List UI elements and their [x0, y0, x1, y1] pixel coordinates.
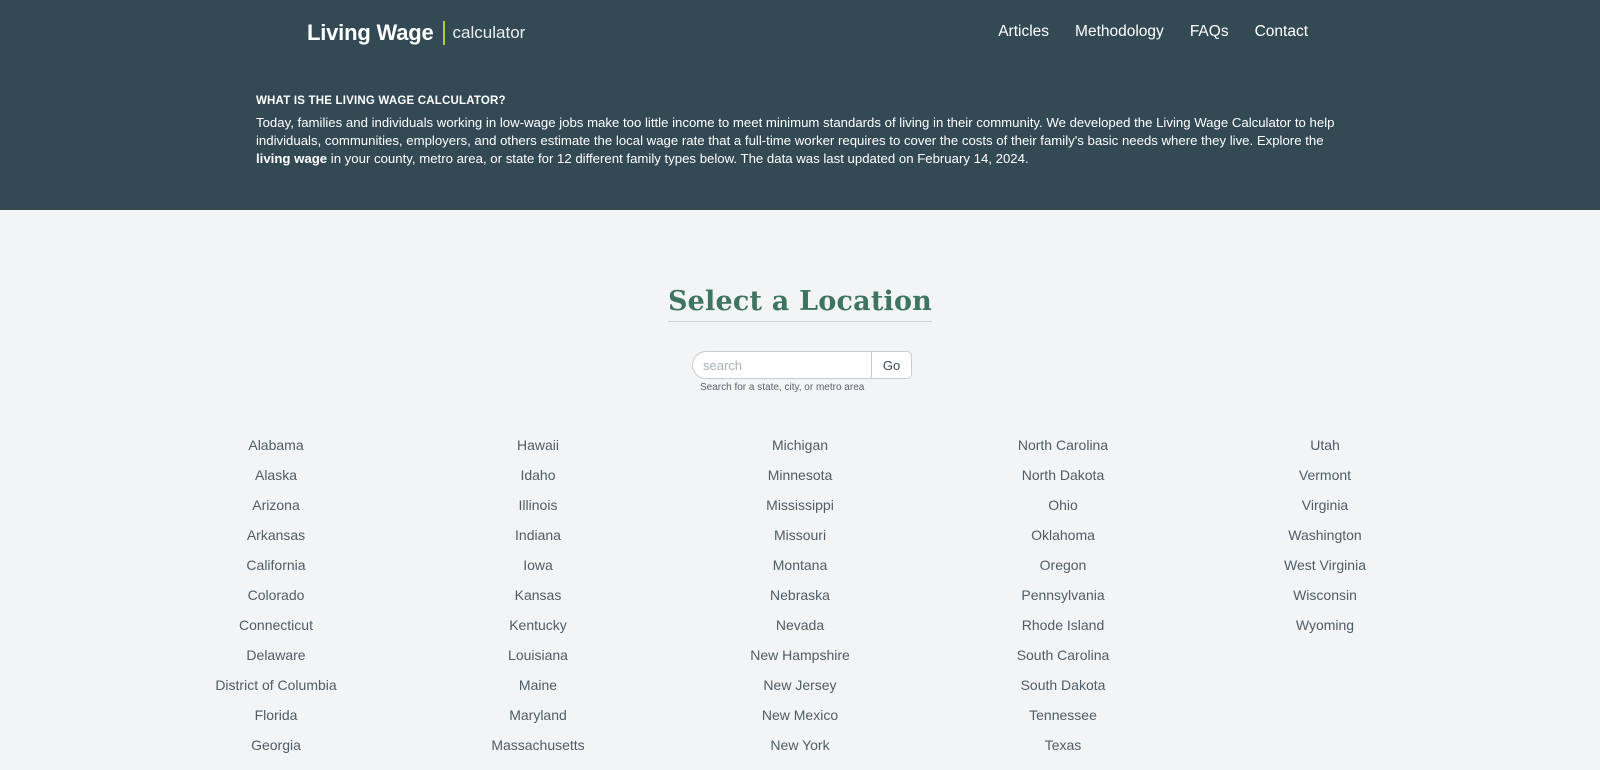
page-title-text: Select a Location — [667, 286, 932, 322]
state-link[interactable]: Maryland — [428, 706, 648, 736]
logo-sub-text: calculator — [452, 23, 526, 42]
state-link[interactable]: Idaho — [428, 466, 648, 496]
state-link[interactable]: Ohio — [953, 496, 1173, 526]
state-column-1: Alabama Alaska Arizona Arkansas Californ… — [166, 436, 386, 766]
state-link[interactable]: Pennsylvania — [953, 586, 1173, 616]
state-link[interactable]: Michigan — [690, 436, 910, 466]
state-link[interactable]: Kentucky — [428, 616, 648, 646]
state-link[interactable]: New York — [690, 736, 910, 766]
intro-text-part1: Today, families and individuals working … — [256, 115, 1335, 148]
intro-text-bold: living wage — [256, 151, 328, 166]
state-link[interactable]: New Hampshire — [690, 646, 910, 676]
state-column-3: Michigan Minnesota Mississippi Missouri … — [690, 436, 910, 766]
state-link[interactable]: South Dakota — [953, 676, 1173, 706]
page-title: Select a Location — [0, 280, 1600, 322]
state-column-4: North Carolina North Dakota Ohio Oklahom… — [953, 436, 1173, 766]
logo-main-text: Living Wage — [307, 20, 434, 45]
state-link[interactable]: Colorado — [166, 586, 386, 616]
search-form: Go — [692, 351, 912, 379]
site-logo[interactable]: Living Wage calculator — [307, 20, 525, 46]
nav-methodology[interactable]: Methodology — [1075, 23, 1164, 41]
state-link[interactable]: North Dakota — [953, 466, 1173, 496]
state-link[interactable]: Wyoming — [1215, 616, 1435, 646]
state-link[interactable]: Montana — [690, 556, 910, 586]
state-link[interactable]: Delaware — [166, 646, 386, 676]
state-link[interactable]: Rhode Island — [953, 616, 1173, 646]
state-link[interactable]: New Jersey — [690, 676, 910, 706]
main-content: Select a Location Go Search for a state,… — [0, 210, 1600, 770]
state-link[interactable]: District of Columbia — [166, 676, 386, 706]
state-link[interactable]: Hawaii — [428, 436, 648, 466]
search-help-text: Search for a state, city, or metro area — [700, 382, 865, 393]
go-button[interactable]: Go — [872, 351, 912, 379]
state-link[interactable]: Connecticut — [166, 616, 386, 646]
state-link[interactable]: Tennessee — [953, 706, 1173, 736]
intro-text-part2: in your county, metro area, or state for… — [327, 151, 1029, 166]
state-link[interactable]: Alaska — [166, 466, 386, 496]
state-link[interactable]: Minnesota — [690, 466, 910, 496]
intro-section: WHAT IS THE LIVING WAGE CALCULATOR? Toda… — [256, 95, 1346, 168]
nav-contact[interactable]: Contact — [1255, 23, 1308, 41]
state-link[interactable]: West Virginia — [1215, 556, 1435, 586]
main-nav: Articles Methodology FAQs Contact — [972, 23, 1308, 41]
state-link[interactable]: Nebraska — [690, 586, 910, 616]
state-link[interactable]: Kansas — [428, 586, 648, 616]
logo-divider — [442, 21, 445, 45]
intro-heading: WHAT IS THE LIVING WAGE CALCULATOR? — [256, 95, 506, 107]
state-link[interactable]: Maine — [428, 676, 648, 706]
state-column-5: Utah Vermont Virginia Washington West Vi… — [1215, 436, 1435, 646]
state-link[interactable]: Texas — [953, 736, 1173, 766]
state-link[interactable]: Wisconsin — [1215, 586, 1435, 616]
nav-articles[interactable]: Articles — [998, 23, 1049, 41]
state-link[interactable]: Iowa — [428, 556, 648, 586]
state-link[interactable]: North Carolina — [953, 436, 1173, 466]
state-link[interactable]: Illinois — [428, 496, 648, 526]
state-link[interactable]: California — [166, 556, 386, 586]
state-link[interactable]: Arizona — [166, 496, 386, 526]
state-link[interactable]: Mississippi — [690, 496, 910, 526]
nav-faqs[interactable]: FAQs — [1190, 23, 1229, 41]
state-link[interactable]: Florida — [166, 706, 386, 736]
state-link[interactable]: Oregon — [953, 556, 1173, 586]
state-link[interactable]: Georgia — [166, 736, 386, 766]
state-link[interactable]: Indiana — [428, 526, 648, 556]
site-header: Living Wage calculator Articles Methodol… — [0, 0, 1600, 210]
state-link[interactable]: Oklahoma — [953, 526, 1173, 556]
state-link[interactable]: Massachusetts — [428, 736, 648, 766]
intro-paragraph: Today, families and individuals working … — [256, 114, 1346, 168]
state-link[interactable]: Alabama — [166, 436, 386, 466]
state-link[interactable]: Vermont — [1215, 466, 1435, 496]
state-link[interactable]: South Carolina — [953, 646, 1173, 676]
state-link[interactable]: New Mexico — [690, 706, 910, 736]
state-link[interactable]: Washington — [1215, 526, 1435, 556]
state-link[interactable]: Nevada — [690, 616, 910, 646]
state-link[interactable]: Louisiana — [428, 646, 648, 676]
search-input[interactable] — [692, 351, 872, 379]
state-link[interactable]: Arkansas — [166, 526, 386, 556]
state-link[interactable]: Utah — [1215, 436, 1435, 466]
state-column-2: Hawaii Idaho Illinois Indiana Iowa Kansa… — [428, 436, 648, 766]
state-link[interactable]: Virginia — [1215, 496, 1435, 526]
state-link[interactable]: Missouri — [690, 526, 910, 556]
